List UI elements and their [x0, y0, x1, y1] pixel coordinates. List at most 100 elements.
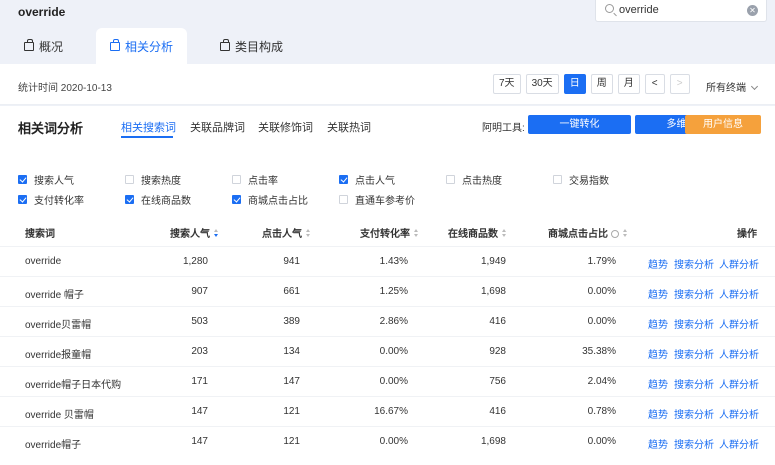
checkbox-box[interactable] [18, 175, 27, 184]
checkbox-box[interactable] [232, 195, 241, 204]
metric-label: 点击热度 [462, 176, 502, 187]
metric-checkbox[interactable]: 点击率 [232, 172, 278, 187]
metric-checkbox[interactable]: 点击人气 [339, 172, 395, 187]
sort-icon[interactable] [623, 229, 628, 238]
user-info-button[interactable]: 用户信息 [685, 115, 761, 134]
cell-online-items: 1,698 [480, 436, 506, 447]
table-row: override 1,280 941 1.43% 1,949 1.79% 趋势 搜索分析 人群分… [0, 246, 775, 276]
metric-label: 点击率 [248, 176, 278, 187]
table-row: override贝雷帽 503 389 2.86% 416 0.00% 趋势 搜索分析 人群分析 [0, 306, 775, 336]
cell-online-items: 928 [489, 346, 506, 357]
period-7d-button[interactable]: 7天 [493, 74, 521, 94]
checkbox-box[interactable] [18, 195, 27, 204]
crowd-analysis-link[interactable]: 人群分析 [719, 256, 759, 271]
search-input[interactable] [619, 4, 739, 16]
cell-click-popularity: 941 [283, 256, 300, 267]
cell-mall-click-ratio: 0.00% [587, 286, 616, 297]
metric-checkbox[interactable]: 点击热度 [446, 172, 502, 187]
checkbox-box[interactable] [125, 175, 134, 184]
help-icon[interactable] [611, 230, 619, 238]
next-date-button[interactable]: > [669, 74, 690, 94]
metric-label: 商城点击占比 [248, 196, 308, 207]
terminal-dropdown[interactable]: 所有终端 [706, 79, 759, 94]
subtab-brand-words[interactable]: 关联品牌词 [190, 119, 245, 135]
crowd-analysis-link[interactable]: 人群分析 [719, 376, 759, 391]
search-analysis-link[interactable]: 搜索分析 [674, 256, 714, 271]
trend-link[interactable]: 趋势 [648, 346, 668, 361]
trend-link[interactable]: 趋势 [648, 256, 668, 271]
search-analysis-link[interactable]: 搜索分析 [674, 286, 714, 301]
search-analysis-link[interactable]: 搜索分析 [674, 316, 714, 331]
table-row: override 贝雷帽 147 121 16.67% 416 0.78% 趋势 搜索分析 人群… [0, 396, 775, 426]
tab-label: 概况 [39, 39, 64, 54]
cell-click-popularity: 389 [283, 316, 300, 327]
tab-related-analysis[interactable]: 相关分析 [96, 28, 188, 64]
search-icon [605, 4, 614, 13]
checkbox-box[interactable] [553, 175, 562, 184]
metric-label: 在线商品数 [141, 196, 191, 207]
search-analysis-link[interactable]: 搜索分析 [674, 436, 714, 451]
period-week-button[interactable]: 周 [590, 74, 613, 94]
search-analysis-link[interactable]: 搜索分析 [674, 376, 714, 391]
metric-checkbox[interactable]: 直通车参考价 [339, 192, 415, 207]
checkbox-box[interactable] [339, 175, 348, 184]
metric-checkbox[interactable]: 搜索热度 [125, 172, 181, 187]
header-mall-click-ratio[interactable]: 商城点击占比 [548, 225, 628, 240]
period-30d-button[interactable]: 30天 [525, 74, 559, 94]
period-selector: 7天 30天 日 周 月 < > [493, 74, 690, 94]
cell-pay-conversion: 0.00% [379, 346, 408, 357]
tab-overview[interactable]: 概况 [10, 28, 77, 64]
metric-checkbox[interactable]: 商城点击占比 [232, 192, 308, 207]
crowd-analysis-link[interactable]: 人群分析 [719, 286, 759, 301]
header-label: 商城点击占比 [548, 229, 608, 240]
trend-link[interactable]: 趋势 [648, 436, 668, 451]
period-month-button[interactable]: 月 [617, 74, 640, 94]
cell-mall-click-ratio: 0.00% [587, 436, 616, 447]
trend-link[interactable]: 趋势 [648, 406, 668, 421]
subtab-related-search[interactable]: 相关搜索词 [121, 119, 176, 135]
cell-pay-conversion: 2.86% [379, 316, 408, 327]
header-pay-conversion[interactable]: 支付转化率 [360, 225, 419, 240]
sort-icon[interactable] [414, 229, 419, 238]
trend-link[interactable]: 趋势 [648, 376, 668, 391]
checkbox-box[interactable] [339, 195, 348, 204]
crowd-analysis-link[interactable]: 人群分析 [719, 406, 759, 421]
header-click-popularity[interactable]: 点击人气 [262, 225, 311, 240]
terminal-label: 所有终端 [706, 83, 746, 94]
clear-icon[interactable]: ✕ [747, 5, 758, 16]
sort-icon[interactable] [306, 229, 311, 238]
metric-checkbox[interactable]: 支付转化率 [18, 192, 84, 207]
checkbox-box[interactable] [125, 195, 134, 204]
checkbox-box[interactable] [446, 175, 455, 184]
metric-checkbox[interactable]: 在线商品数 [125, 192, 191, 207]
cell-mall-click-ratio: 0.78% [587, 406, 616, 417]
metric-checkbox[interactable]: 搜索人气 [18, 172, 74, 187]
bag-icon [24, 38, 34, 51]
one-click-convert-button[interactable]: 一键转化 [528, 115, 631, 134]
sort-icon[interactable] [502, 229, 507, 238]
period-day-button[interactable]: 日 [563, 74, 586, 94]
crowd-analysis-link[interactable]: 人群分析 [719, 316, 759, 331]
prev-date-button[interactable]: < [644, 74, 665, 94]
cell-pay-conversion: 0.00% [379, 376, 408, 387]
search-box[interactable]: ✕ [595, 0, 767, 22]
search-analysis-link[interactable]: 搜索分析 [674, 346, 714, 361]
sort-icon[interactable] [214, 229, 219, 238]
header-online-items[interactable]: 在线商品数 [448, 225, 507, 240]
tab-label: 相关分析 [125, 39, 174, 54]
tab-category[interactable]: 类目构成 [206, 28, 297, 64]
subtab-modifier-words[interactable]: 关联修饰词 [258, 119, 313, 135]
checkbox-box[interactable] [232, 175, 241, 184]
crowd-analysis-link[interactable]: 人群分析 [719, 346, 759, 361]
table-row: override 帽子 907 661 1.25% 1,698 0.00% 趋势 搜索分析 人群… [0, 276, 775, 306]
trend-link[interactable]: 趋势 [648, 286, 668, 301]
crowd-analysis-link[interactable]: 人群分析 [719, 436, 759, 451]
search-analysis-link[interactable]: 搜索分析 [674, 406, 714, 421]
trend-link[interactable]: 趋势 [648, 316, 668, 331]
stat-bar: 统计时间 2020-10-13 7天 30天 日 周 月 < > 所有终端 [0, 64, 775, 105]
cell-mall-click-ratio: 0.00% [587, 316, 616, 327]
header-search-popularity[interactable]: 搜索人气 [170, 225, 219, 240]
metric-label: 搜索热度 [141, 176, 181, 187]
subtab-hot-words[interactable]: 关联热词 [327, 119, 371, 135]
metric-checkbox[interactable]: 交易指数 [553, 172, 609, 187]
